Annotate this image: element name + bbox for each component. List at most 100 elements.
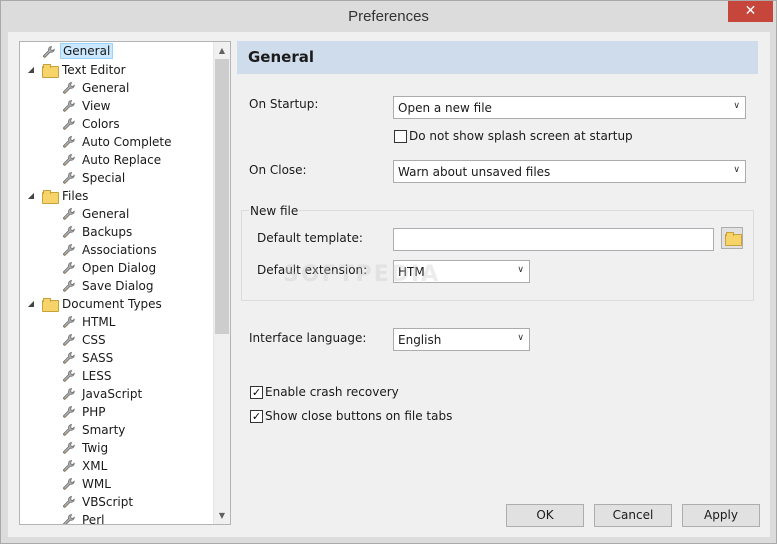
expander-arrow-icon[interactable]: ◢ (26, 187, 36, 205)
expander-arrow-icon[interactable]: ◢ (26, 61, 36, 79)
on-close-value: Warn about unsaved files (398, 165, 551, 179)
expander-arrow-icon[interactable]: ◢ (26, 295, 36, 313)
new-file-group (241, 210, 754, 301)
tree-item[interactable]: Save Dialog (20, 277, 214, 295)
tree-item[interactable]: ◢ Text Editor (20, 61, 214, 79)
title-bar[interactable]: Preferences ✕ (1, 1, 776, 32)
tree-item[interactable]: General (20, 79, 214, 97)
tree-item[interactable]: Smarty (20, 421, 214, 439)
tree-item-label: General (60, 43, 114, 59)
tree-item-label: Smarty (82, 423, 126, 437)
tree-item-label: JavaScript (82, 387, 143, 401)
wrench-icon (42, 45, 56, 59)
tree-item[interactable]: General (20, 205, 214, 223)
tree-item[interactable]: ◢ Files (20, 187, 214, 205)
window-title: Preferences (348, 8, 429, 25)
wrench-icon (62, 279, 76, 293)
tree-item[interactable]: VBScript (20, 493, 214, 511)
wrench-icon (62, 441, 76, 455)
chevron-down-icon: ∨ (517, 333, 524, 343)
tree-item-label: View (82, 99, 111, 113)
default-template-input[interactable] (393, 228, 714, 251)
tree-item[interactable]: Open Dialog (20, 259, 214, 277)
tree-item-label: LESS (82, 369, 112, 383)
tree-item[interactable]: HTML (20, 313, 214, 331)
tree-item[interactable]: Perl (20, 511, 214, 525)
scroll-thumb[interactable] (215, 59, 229, 334)
splash-checkbox[interactable] (394, 130, 407, 143)
watermark: SOFTPEDIA (283, 262, 441, 287)
chevron-down-icon: ∨ (733, 165, 740, 175)
wrench-icon (62, 315, 76, 329)
open-folder-icon (725, 232, 742, 246)
tree-item[interactable]: Backups (20, 223, 214, 241)
ok-button[interactable]: OK (506, 504, 584, 527)
close-buttons-label: Show close buttons on file tabs (265, 409, 453, 423)
tree-item-label: Auto Replace (82, 153, 162, 167)
tree-item[interactable]: Auto Complete (20, 133, 214, 151)
tree-item[interactable]: Twig (20, 439, 214, 457)
tree-item-label: Backups (82, 225, 133, 239)
tree-item-label: Special (82, 171, 126, 185)
default-template-label: Default template: (257, 231, 363, 245)
tree-item[interactable]: LESS (20, 367, 214, 385)
new-file-group-title: New file (249, 204, 300, 218)
scroll-down-arrow-icon[interactable]: ▼ (214, 507, 230, 524)
on-startup-label: On Startup: (249, 97, 319, 111)
tree-item[interactable]: ◢ Document Types (20, 295, 214, 313)
on-startup-dropdown[interactable]: Open a new file ∨ (393, 96, 746, 119)
browse-template-button[interactable] (721, 227, 743, 249)
wrench-icon (62, 153, 76, 167)
chevron-down-icon: ∨ (733, 101, 740, 111)
wrench-icon (62, 423, 76, 437)
tree-item[interactable]: View (20, 97, 214, 115)
splash-checkbox-label: Do not show splash screen at startup (409, 129, 633, 143)
tree-item[interactable]: Associations (20, 241, 214, 259)
category-tree[interactable]: Perl VBScript WML XML Twig Smarty PHP JavaScrip… (19, 41, 231, 525)
tree-item[interactable]: Auto Replace (20, 151, 214, 169)
wrench-icon (62, 387, 76, 401)
on-close-label: On Close: (249, 163, 307, 177)
crash-recovery-label: Enable crash recovery (265, 385, 399, 399)
scroll-up-arrow-icon[interactable]: ▲ (214, 42, 230, 59)
tree-item-label: Associations (82, 243, 157, 257)
chevron-down-icon: ∨ (517, 265, 524, 275)
wrench-icon (62, 495, 76, 509)
on-close-dropdown[interactable]: Warn about unsaved files ∨ (393, 160, 746, 183)
cancel-button[interactable]: Cancel (594, 504, 672, 527)
tree-item-label: Save Dialog (82, 279, 154, 293)
tree-item[interactable]: JavaScript (20, 385, 214, 403)
tree-scrollbar[interactable]: ▲ ▼ (213, 42, 230, 524)
tree-item-label: Twig (82, 441, 109, 455)
tree-item-label: Text Editor (62, 63, 126, 77)
apply-button[interactable]: Apply (682, 504, 760, 527)
folder-icon (42, 190, 59, 204)
tree-item[interactable]: SASS (20, 349, 214, 367)
tree-item-label: SASS (82, 351, 114, 365)
tree-item[interactable]: General (20, 43, 214, 61)
tree-item-label: General (82, 81, 130, 95)
dialog-client-area: Perl VBScript WML XML Twig Smarty PHP JavaScrip… (8, 32, 770, 537)
tree-item[interactable]: Colors (20, 115, 214, 133)
page-title: General (248, 48, 314, 66)
on-startup-value: Open a new file (398, 101, 492, 115)
interface-language-dropdown[interactable]: English ∨ (393, 328, 530, 351)
close-button[interactable]: ✕ (728, 1, 773, 22)
tree-item[interactable]: Special (20, 169, 214, 187)
tree-item-label: Perl (82, 513, 105, 525)
tree-item-label: Files (62, 189, 89, 203)
wrench-icon (62, 243, 76, 257)
tree-item[interactable]: CSS (20, 331, 214, 349)
wrench-icon (62, 261, 76, 275)
tree-item[interactable]: WML (20, 475, 214, 493)
tree-item[interactable]: XML (20, 457, 214, 475)
tree-item-label: Document Types (62, 297, 162, 311)
crash-recovery-checkbox[interactable]: ✓ (250, 386, 263, 399)
close-buttons-checkbox[interactable]: ✓ (250, 410, 263, 423)
wrench-icon (62, 207, 76, 221)
folder-icon (42, 64, 59, 78)
wrench-icon (62, 477, 76, 491)
tree-item-label: PHP (82, 405, 106, 419)
folder-icon (42, 298, 59, 312)
tree-item[interactable]: PHP (20, 403, 214, 421)
